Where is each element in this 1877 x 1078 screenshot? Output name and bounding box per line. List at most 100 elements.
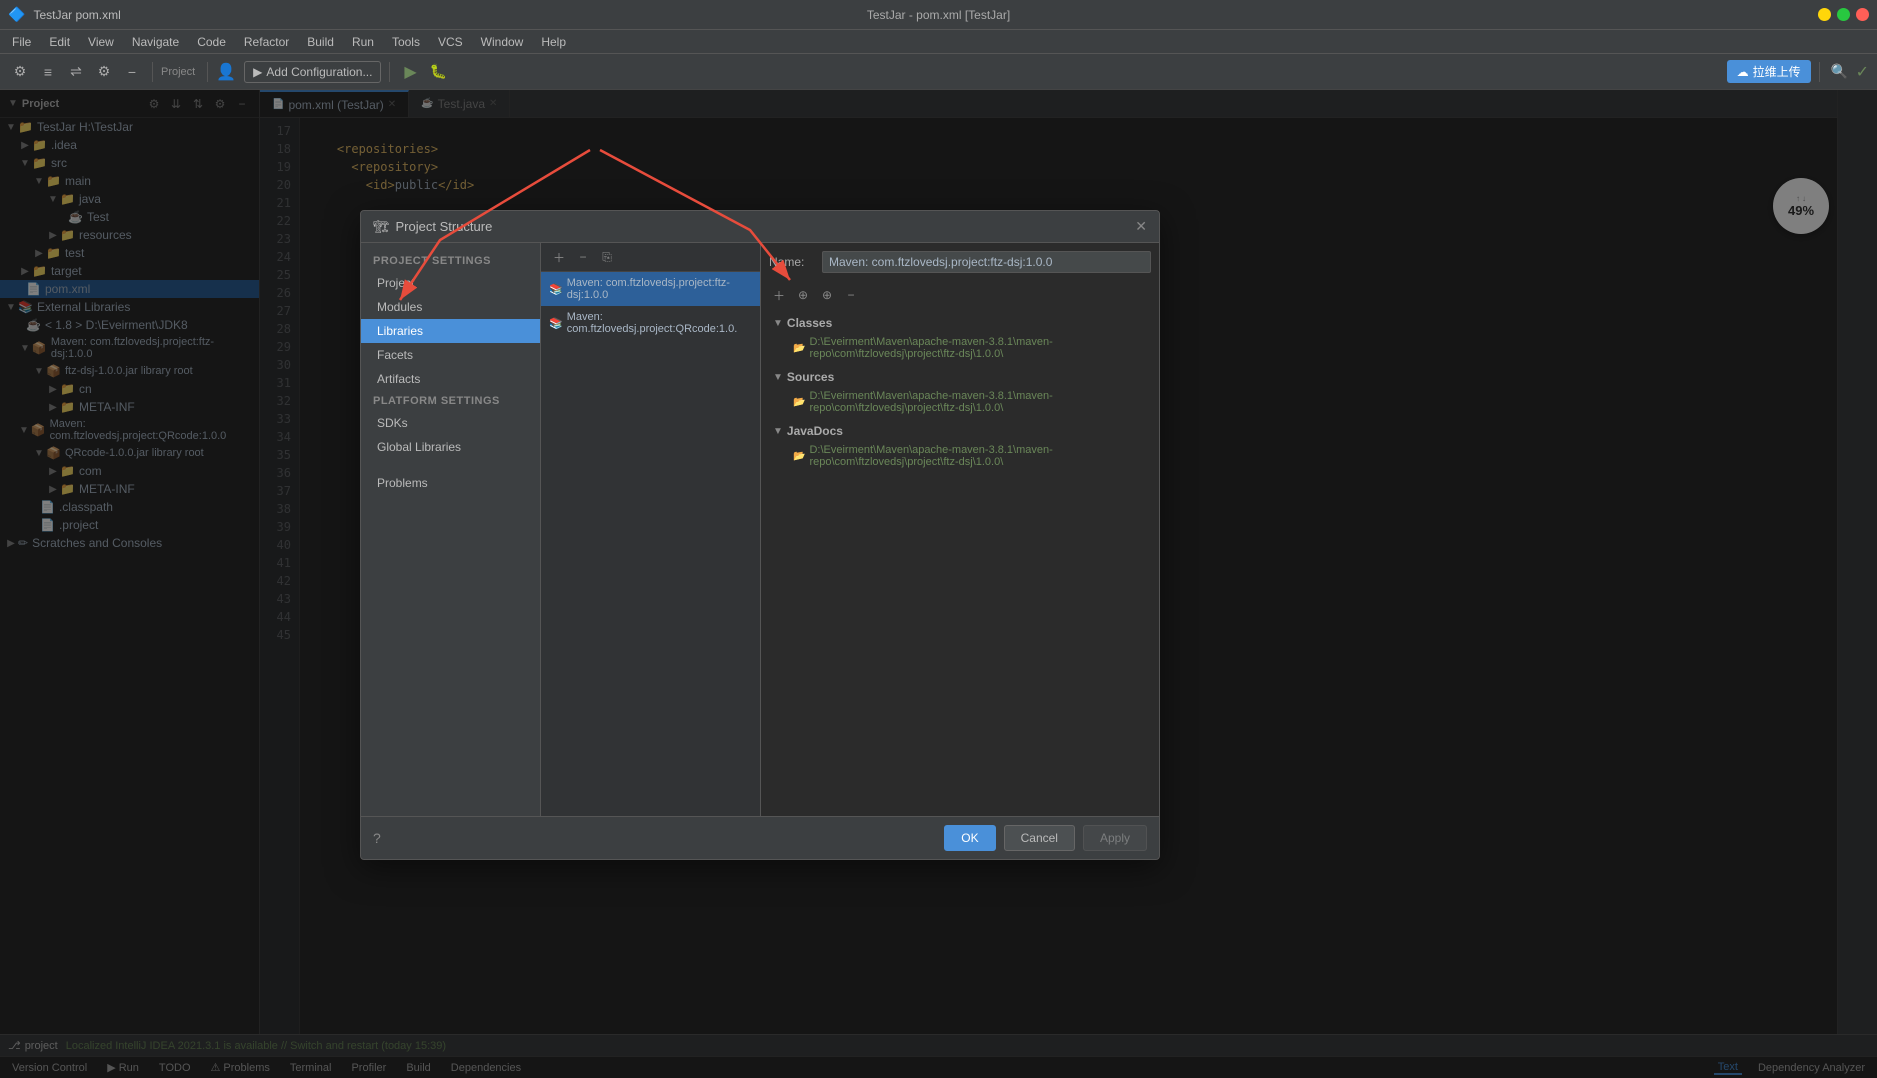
dialog-menu-sdks[interactable]: SDKs (361, 411, 540, 435)
copy-library-button[interactable]: ⎘ (597, 247, 617, 267)
menu-view[interactable]: View (80, 33, 122, 51)
upload-label: 拉维上传 (1753, 63, 1801, 80)
dialog-menu-global-libs[interactable]: Global Libraries (361, 435, 540, 459)
classes-expand-icon: ▼ (773, 318, 783, 329)
sources-section: ▼ Sources 📂 D:\Eveirment\Maven\apache-ma… (769, 367, 1151, 417)
add-config-label: Add Configuration... (266, 65, 372, 79)
library-label-ftz: Maven: com.ftzlovedsj.project:ftz-dsj:1.… (567, 277, 752, 301)
menu-tools[interactable]: Tools (384, 33, 428, 51)
app-icon: 🔷 (8, 6, 25, 23)
project-label: Project (161, 66, 195, 78)
javadocs-path-1[interactable]: 📂 D:\Eveirment\Maven\apache-maven-3.8.1\… (769, 441, 1151, 471)
menu-help[interactable]: Help (533, 33, 574, 51)
menubar: File Edit View Navigate Code Refactor Bu… (0, 30, 1877, 54)
dialog-right-toolbar: ＋ ⊕ ⊕ − (769, 285, 1151, 305)
structure-icon[interactable]: ≡ (36, 60, 60, 84)
menu-refactor[interactable]: Refactor (236, 33, 297, 51)
dialog-footer: ? OK Cancel Apply (361, 816, 1159, 859)
menu-window[interactable]: Window (473, 33, 532, 51)
person-icon: 👤 (216, 62, 236, 82)
project-structure-dialog: 🏗 Project Structure ✕ Project Settings P… (360, 210, 1160, 860)
menu-vcs[interactable]: VCS (430, 33, 471, 51)
classes-header[interactable]: ▼ Classes (769, 313, 1151, 333)
title-project: TestJar pom.xml (33, 8, 120, 22)
javadocs-header[interactable]: ▼ JavaDocs (769, 421, 1151, 441)
sources-label: Sources (787, 370, 834, 384)
close-button[interactable] (1856, 8, 1869, 21)
dialog-icon: 🏗 (373, 219, 390, 235)
add-path-button[interactable]: ＋ (769, 285, 789, 305)
sep3 (389, 62, 390, 82)
menu-build[interactable]: Build (299, 33, 342, 51)
dialog-left-menu: Project Settings Project Modules Librari… (361, 243, 541, 816)
gear-icon[interactable]: ⚙ (92, 60, 116, 84)
classes-path-text: D:\Eveirment\Maven\apache-maven-3.8.1\ma… (809, 336, 1147, 360)
dialog-menu-project[interactable]: Project (361, 271, 540, 295)
library-label-qr: Maven: com.ftzlovedsj.project:QRcode:1.0… (567, 311, 752, 335)
menu-file[interactable]: File (4, 33, 39, 51)
add-config-icon: ▶ (253, 65, 262, 79)
add-library-button[interactable]: ＋ (549, 247, 569, 267)
javadocs-expand-icon: ▼ (773, 426, 783, 437)
menu-edit[interactable]: Edit (41, 33, 78, 51)
dialog-name-label: Name: (769, 255, 814, 269)
diff-icon[interactable]: ⇌ (64, 60, 88, 84)
add-configuration-button[interactable]: ▶ Add Configuration... (244, 61, 381, 83)
sep1 (152, 62, 153, 82)
run-button[interactable]: ▶ (398, 60, 422, 84)
classes-label: Classes (787, 316, 832, 330)
library-icon-ftz: 📚 (549, 283, 563, 296)
sources-expand-icon: ▼ (773, 372, 783, 383)
modal-overlay: 🏗 Project Structure ✕ Project Settings P… (0, 90, 1877, 1078)
debug-button[interactable]: 🐛 (426, 60, 450, 84)
menu-navigate[interactable]: Navigate (124, 33, 187, 51)
toolbar: ⚙ ≡ ⇌ ⚙ − Project 👤 ▶ Add Configuration.… (0, 54, 1877, 90)
menu-run[interactable]: Run (344, 33, 382, 51)
javadocs-path-icon: 📂 (793, 451, 805, 462)
javadocs-section: ▼ JavaDocs 📂 D:\Eveirment\Maven\apache-m… (769, 421, 1151, 471)
add-path-alt-button[interactable]: ⊕ (793, 285, 813, 305)
dialog-close-button[interactable]: ✕ (1135, 218, 1147, 235)
sources-path-1[interactable]: 📂 D:\Eveirment\Maven\apache-maven-3.8.1\… (769, 387, 1151, 417)
menu-code[interactable]: Code (189, 33, 234, 51)
settings-icon[interactable]: ⚙ (8, 60, 32, 84)
library-ftz-dsj[interactable]: 📚 Maven: com.ftzlovedsj.project:ftz-dsj:… (541, 272, 760, 306)
javadocs-label: JavaDocs (787, 424, 843, 438)
library-qrcode[interactable]: 📚 Maven: com.ftzlovedsj.project:QRcode:1… (541, 306, 760, 340)
title-right[interactable] (1818, 8, 1869, 21)
sources-path-icon: 📂 (793, 397, 805, 408)
cancel-button[interactable]: Cancel (1004, 825, 1075, 851)
apply-button[interactable]: Apply (1083, 825, 1147, 851)
add-path-alt2-button[interactable]: ⊕ (817, 285, 837, 305)
help-icon[interactable]: ? (373, 830, 381, 846)
ok-button[interactable]: OK (944, 825, 995, 851)
maximize-button[interactable] (1837, 8, 1850, 21)
title-left: 🔷 TestJar pom.xml (8, 6, 121, 23)
classes-path-1[interactable]: 📂 D:\Eveirment\Maven\apache-maven-3.8.1\… (769, 333, 1151, 363)
sources-path-text: D:\Eveirment\Maven\apache-maven-3.8.1\ma… (809, 390, 1147, 414)
search-icon[interactable]: 🔍 (1828, 60, 1852, 84)
dialog-title: 🏗 Project Structure (373, 219, 492, 235)
library-name-input[interactable] (822, 251, 1151, 273)
title-center: TestJar - pom.xml [TestJar] (867, 8, 1010, 22)
dialog-menu-artifacts[interactable]: Artifacts (361, 367, 540, 391)
dialog-center-toolbar: ＋ − ⎘ (541, 243, 760, 272)
remove-path-button[interactable]: − (841, 285, 861, 305)
dialog-title-text: Project Structure (396, 219, 493, 234)
dialog-menu-libraries[interactable]: Libraries (361, 319, 540, 343)
remove-library-button[interactable]: − (573, 247, 593, 267)
classes-section: ▼ Classes 📂 D:\Eveirment\Maven\apache-ma… (769, 313, 1151, 363)
sources-header[interactable]: ▼ Sources (769, 367, 1151, 387)
minimize-button[interactable] (1818, 8, 1831, 21)
dialog-right-panel: Name: ＋ ⊕ ⊕ − ▼ (761, 243, 1159, 816)
upload-button[interactable]: ☁ 拉维上传 (1727, 60, 1811, 83)
minus-icon[interactable]: − (120, 60, 144, 84)
library-icon-qr: 📚 (549, 317, 563, 330)
dialog-menu-modules[interactable]: Modules (361, 295, 540, 319)
checkmark-icon[interactable]: ✓ (1856, 62, 1869, 82)
dialog-menu-problems[interactable]: Problems (361, 471, 540, 495)
main-area: ▼ Project ⚙ ⇊ ⇅ ⚙ − ▼ 📁 TestJar H:\TestJ… (0, 90, 1877, 1078)
dialog-body: Project Settings Project Modules Librari… (361, 243, 1159, 816)
dialog-menu-facets[interactable]: Facets (361, 343, 540, 367)
dialog-titlebar: 🏗 Project Structure ✕ (361, 211, 1159, 243)
